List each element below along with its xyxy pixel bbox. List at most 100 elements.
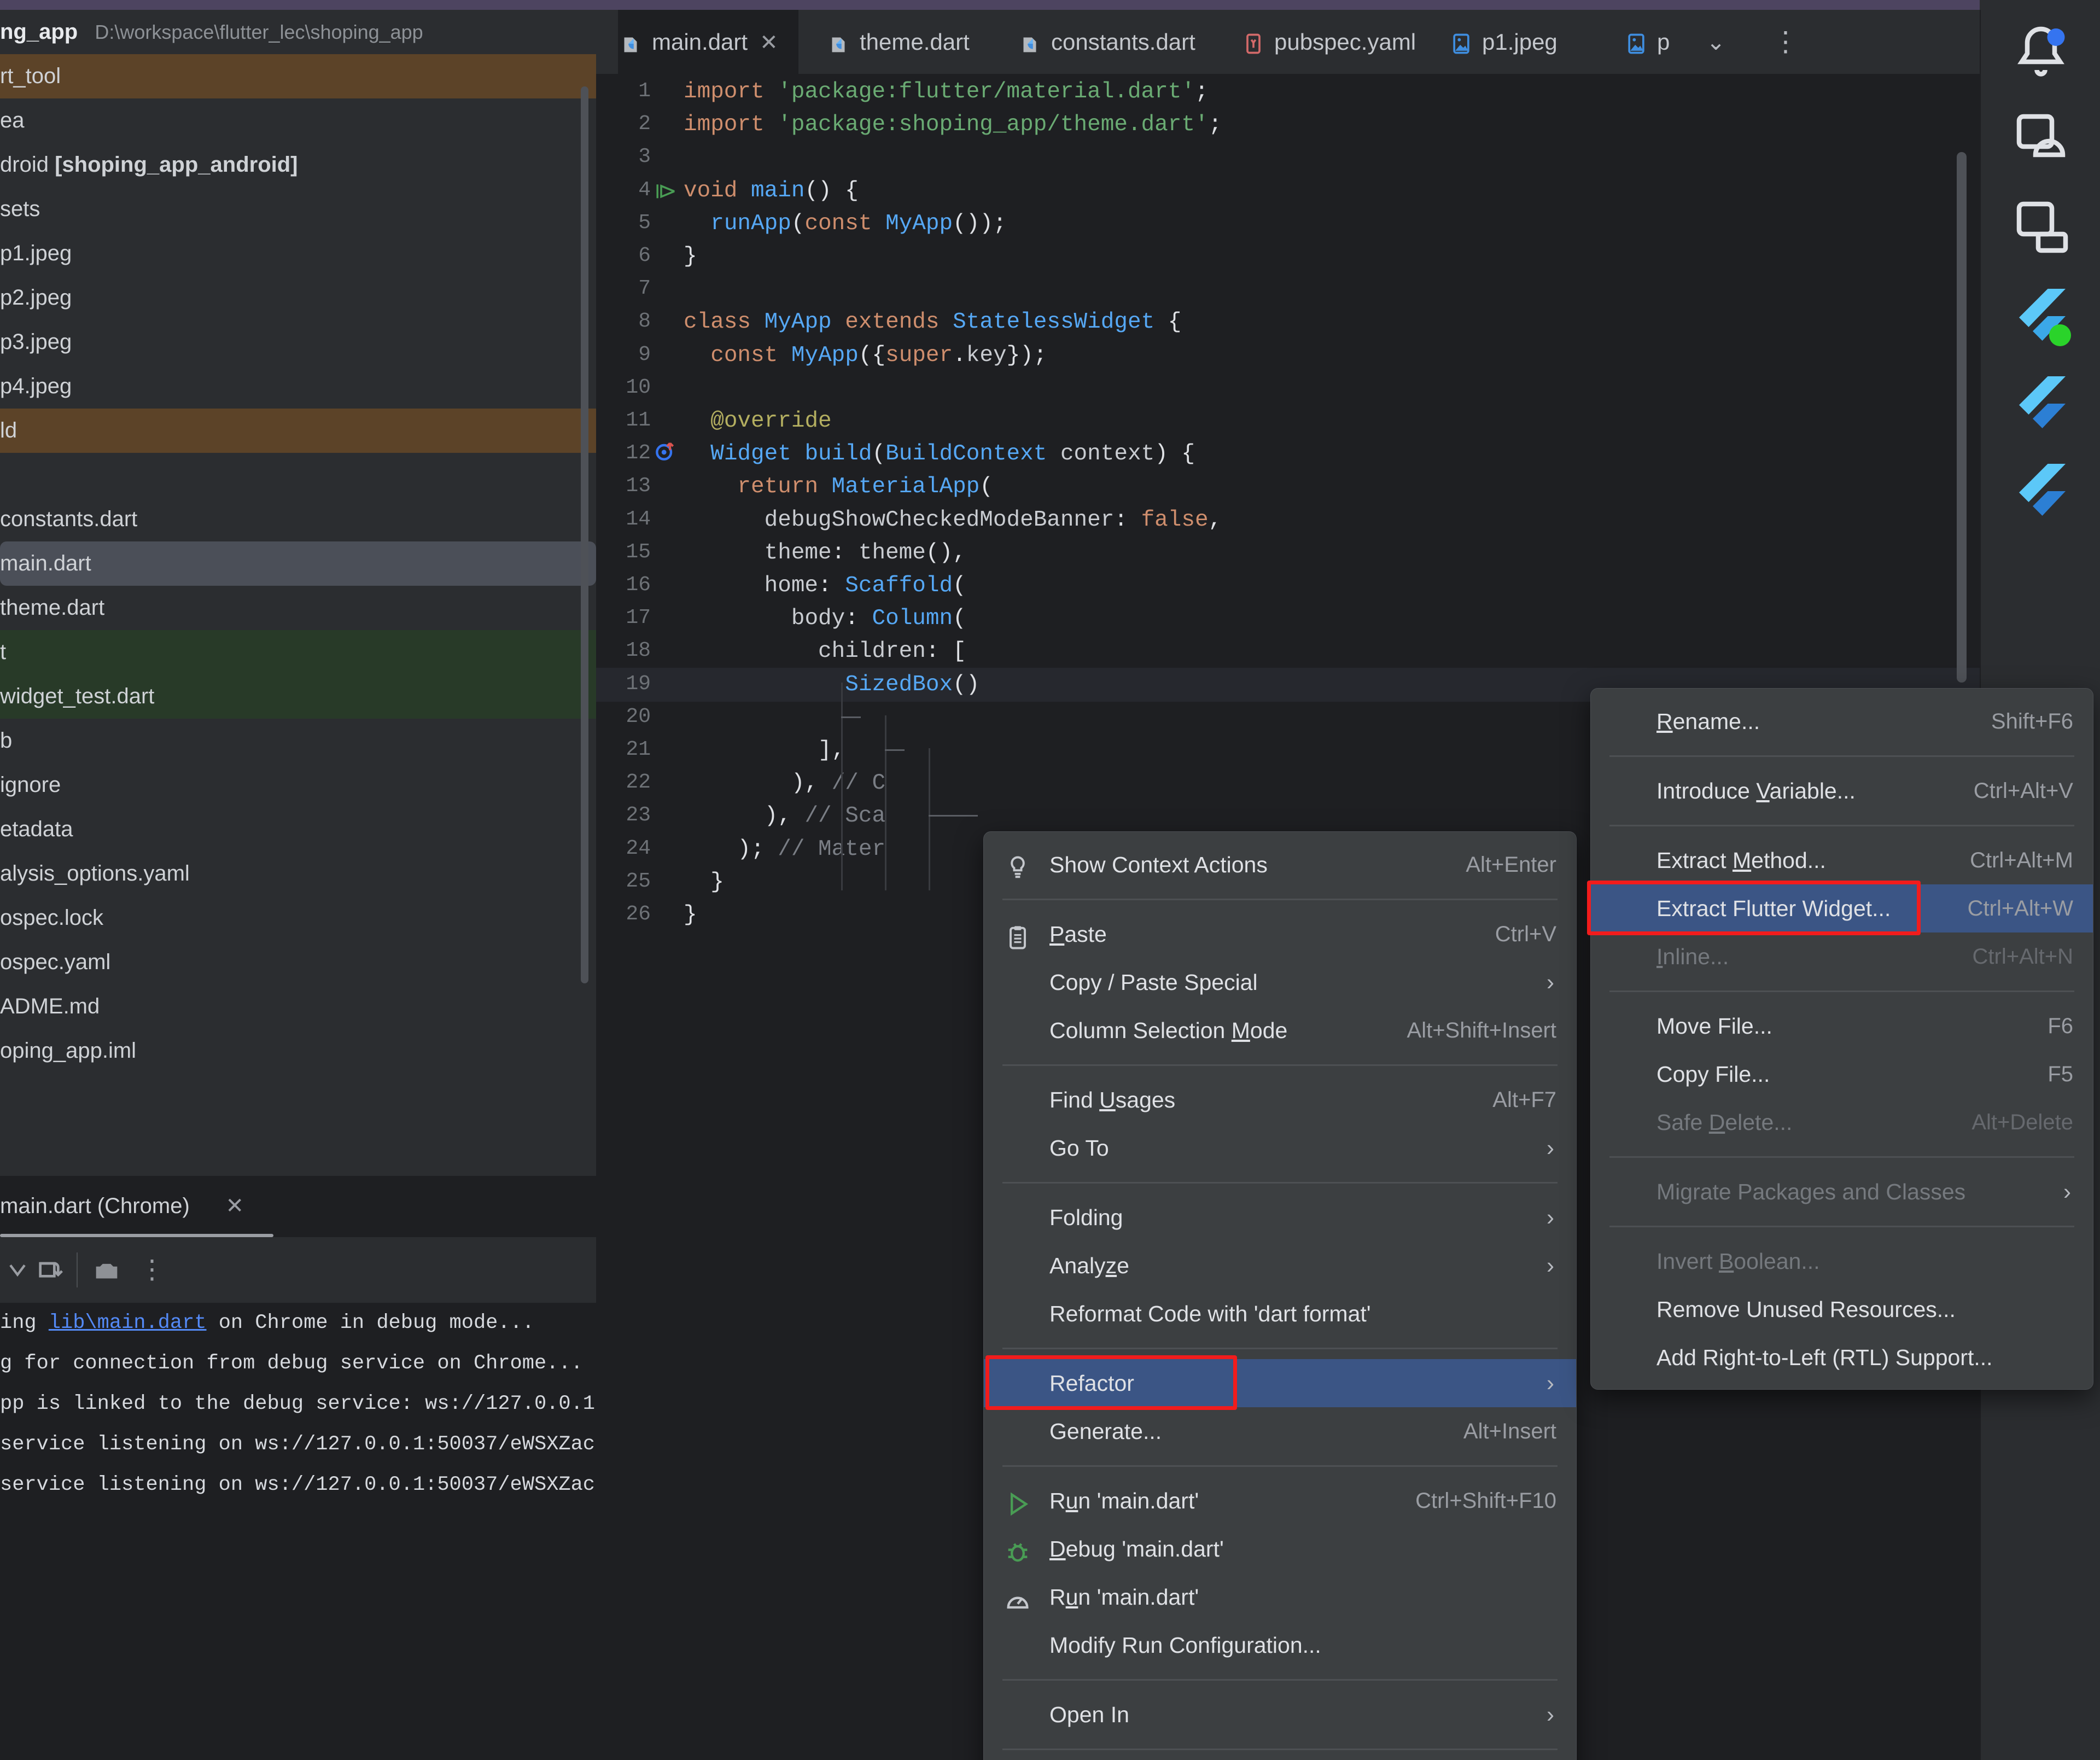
code-line[interactable]: }: [684, 244, 697, 269]
menu-item-extract-method[interactable]: Extract Method... Ctrl+Alt+M: [1591, 836, 2093, 884]
project-tree-item[interactable]: p3.jpeg: [0, 320, 596, 364]
menu-item-introduce-variable[interactable]: Introduce Variable... Ctrl+Alt+V: [1591, 767, 2093, 815]
fold-marker[interactable]: [885, 749, 905, 751]
editor-vertical-scrollbar[interactable]: [1957, 152, 1967, 683]
console-link[interactable]: lib\main.dart: [49, 1312, 207, 1334]
notifications-bell-icon[interactable]: [2008, 21, 2074, 86]
menu-item-find-usages[interactable]: Find Usages Alt+F7: [984, 1076, 1576, 1124]
fold-marker[interactable]: [841, 716, 861, 718]
code-line[interactable]: runApp(const MyApp());: [684, 211, 1006, 236]
project-tree-item[interactable]: [0, 453, 596, 497]
fold-marker[interactable]: [929, 815, 978, 817]
menu-item-copy-file[interactable]: Copy File... F5: [1591, 1050, 2093, 1098]
run-tab-main-dart-chrome[interactable]: main.dart (Chrome) ✕: [0, 1176, 268, 1236]
menu-item-show-context-actions[interactable]: Show Context Actions Alt+Enter: [984, 841, 1576, 889]
code-line[interactable]: ), // C: [684, 771, 885, 796]
menu-item-folding[interactable]: Folding ›: [984, 1193, 1576, 1242]
code-line[interactable]: return MaterialApp(: [684, 474, 993, 499]
editor-tab-theme-dart[interactable]: theme.dart: [826, 10, 990, 74]
menu-item-remove-unused-resources[interactable]: Remove Unused Resources...: [1591, 1285, 2093, 1333]
camera-icon[interactable]: [91, 1255, 122, 1286]
code-line[interactable]: ), // Sca: [684, 803, 885, 829]
menu-item-modify-run-configuration[interactable]: Modify Run Configuration...: [984, 1621, 1576, 1669]
code-line[interactable]: }: [684, 902, 697, 928]
flutter-inspector-running-icon[interactable]: [2008, 283, 2074, 349]
project-tree-item[interactable]: p1.jpeg: [0, 231, 596, 276]
editor-tab-pubspec-yaml[interactable]: pubspec.yaml: [1241, 10, 1422, 74]
project-tree-item[interactable]: oping_app.iml: [0, 1029, 596, 1073]
menu-item-extract-flutter-widget[interactable]: Extract Flutter Widget... Ctrl+Alt+W: [1591, 884, 2093, 933]
editor-tab-p1-jpeg[interactable]: p1.jpeg: [1449, 10, 1608, 74]
code-line[interactable]: body: Column(: [684, 606, 966, 631]
soft-restart-icon[interactable]: [34, 1256, 65, 1286]
project-tree-item[interactable]: constants.dart: [0, 497, 596, 541]
project-tree-item[interactable]: ea: [0, 98, 596, 143]
project-tree-item[interactable]: alysis_options.yaml: [0, 852, 596, 896]
code-line[interactable]: import 'package:flutter/material.dart';: [684, 79, 1209, 104]
menu-item-add-right-to-left-rtl-support[interactable]: Add Right-to-Left (RTL) Support...: [1591, 1333, 2093, 1382]
flutter-outline-icon[interactable]: [2008, 371, 2074, 436]
code-line[interactable]: children: [: [684, 639, 966, 664]
code-line[interactable]: home: Scaffold(: [684, 573, 966, 598]
refactor-submenu[interactable]: Rename... Shift+F6 Introduce Variable... Ct…: [1590, 688, 2093, 1390]
code-line[interactable]: @override: [684, 409, 831, 434]
menu-item-run-main-dart[interactable]: Run 'main.dart' Ctrl+Shift+F10: [984, 1477, 1576, 1525]
menu-item-reformat-code-with-dart-format[interactable]: Reformat Code with 'dart format': [984, 1290, 1576, 1338]
menu-item-refactor[interactable]: Refactor ›: [984, 1359, 1576, 1407]
code-line[interactable]: debugShowCheckedModeBanner: false,: [684, 508, 1222, 533]
project-tree-item[interactable]: ADME.md: [0, 984, 596, 1029]
code-line[interactable]: class MyApp extends StatelessWidget {: [684, 310, 1181, 335]
project-tree-item[interactable]: t: [0, 630, 596, 674]
project-tree-item[interactable]: sets: [0, 187, 596, 231]
menu-item-debug-main-dart[interactable]: Debug 'main.dart': [984, 1525, 1576, 1573]
running-devices-icon[interactable]: [2008, 196, 2074, 261]
more-vertical-icon[interactable]: ⋮: [139, 1256, 165, 1284]
project-tree-item[interactable]: ospec.lock: [0, 896, 596, 940]
project-tree-item[interactable]: b: [0, 719, 596, 763]
menu-item-go-to[interactable]: Go To ›: [984, 1124, 1576, 1172]
project-tree-item[interactable]: rt_tool: [0, 54, 596, 98]
code-line[interactable]: void main() {: [684, 178, 859, 203]
code-line[interactable]: SizedBox(): [684, 672, 979, 697]
code-line[interactable]: import 'package:shoping_app/theme.dart';: [684, 112, 1222, 137]
project-tree-item[interactable]: ignore: [0, 763, 596, 807]
menu-item-copy-paste-special[interactable]: Copy / Paste Special ›: [984, 958, 1576, 1006]
editor-tab-main-dart[interactable]: main.dart ✕: [618, 10, 798, 74]
menu-item-paste[interactable]: Paste Ctrl+V: [984, 910, 1576, 958]
more-vertical-icon[interactable]: ⋮: [1772, 10, 1816, 74]
project-tree-item[interactable]: theme.dart: [0, 586, 596, 630]
menu-item-open-in[interactable]: Open In ›: [984, 1691, 1576, 1739]
code-line[interactable]: theme: theme(),: [684, 540, 966, 566]
run-double-arrow-icon[interactable]: ⧐: [654, 177, 677, 206]
flutter-performance-icon[interactable]: [2008, 458, 2074, 524]
editor-tabbar[interactable]: main.dart ✕ theme.dart constants.dart pubspe…: [596, 10, 1980, 74]
editor-context-menu[interactable]: Show Context Actions Alt+Enter Paste Ctrl+V…: [983, 831, 1577, 1760]
code-line[interactable]: Widget build(BuildContext context) {: [684, 441, 1195, 467]
project-tree-item[interactable]: widget_test.dart: [0, 674, 596, 719]
menu-item-run-main-dart[interactable]: Run 'main.dart': [984, 1573, 1576, 1621]
editor-tab-constants-dart[interactable]: constants.dart: [1017, 10, 1217, 74]
code-line[interactable]: const MyApp({super.key});: [684, 343, 1047, 368]
chevron-down-icon[interactable]: ⌄: [1706, 10, 1755, 74]
menu-item-move-file[interactable]: Move File... F6: [1591, 1002, 2093, 1050]
project-tree-item[interactable]: droid [shoping_app_android]: [0, 143, 596, 187]
menu-item-column-selection-mode[interactable]: Column Selection Mode Alt+Shift+Insert: [984, 1006, 1576, 1054]
project-tree-item[interactable]: etadata: [0, 807, 596, 852]
project-vertical-scrollbar[interactable]: [581, 86, 588, 983]
project-tree-panel[interactable]: ng_app D:\workspace\flutter_lec\shoping_…: [0, 10, 596, 1176]
rerun-icon[interactable]: [3, 1256, 32, 1284]
project-root-row[interactable]: ng_app D:\workspace\flutter_lec\shoping_…: [0, 10, 596, 54]
override-marker-icon[interactable]: [653, 439, 679, 465]
project-tree-item[interactable]: main.dart: [0, 541, 596, 586]
menu-item-analyze[interactable]: Analyze ›: [984, 1242, 1576, 1290]
editor-tab-p[interactable]: p: [1624, 10, 1698, 74]
code-line[interactable]: }: [684, 870, 724, 895]
menu-item-generate[interactable]: Generate... Alt+Insert: [984, 1407, 1576, 1455]
project-tree-item[interactable]: ospec.yaml: [0, 940, 596, 984]
code-line[interactable]: ],: [684, 738, 845, 763]
menu-item-rename[interactable]: Rename... Shift+F6: [1591, 697, 2093, 745]
close-icon[interactable]: ✕: [225, 1176, 244, 1236]
device-manager-icon[interactable]: [2008, 108, 2074, 174]
project-tree-item[interactable]: p4.jpeg: [0, 364, 596, 409]
project-tree-item[interactable]: p2.jpeg: [0, 276, 596, 320]
